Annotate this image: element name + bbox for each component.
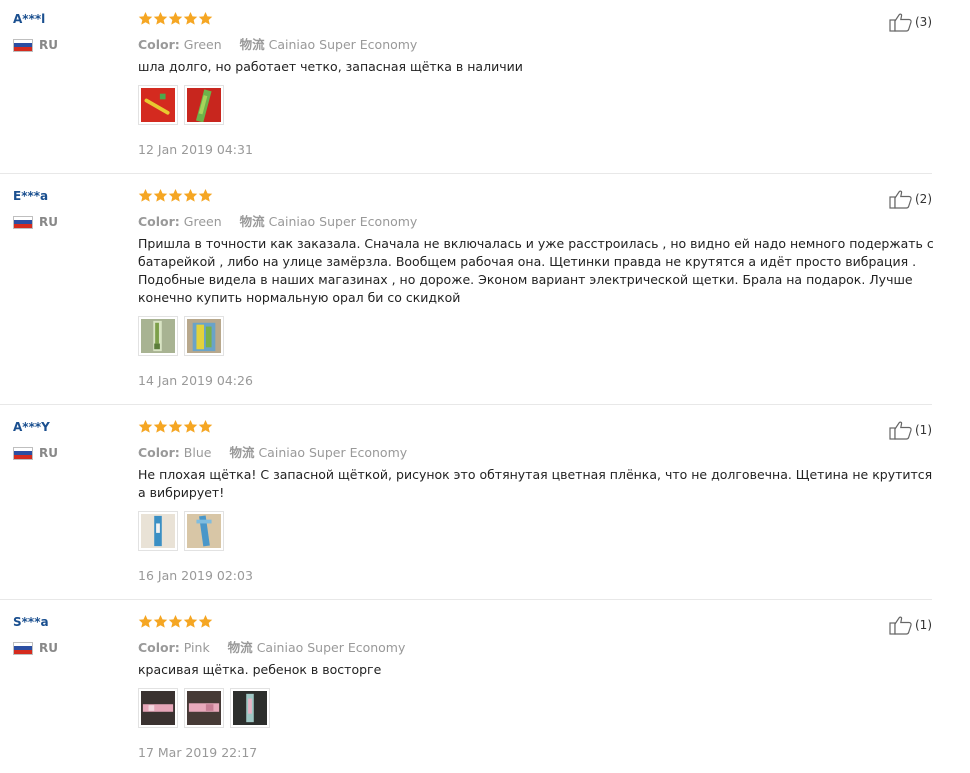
shipping-label: 物流 xyxy=(227,640,253,655)
thumbs-up-icon xyxy=(889,615,913,635)
order-info: Color: Green 物流 Cainiao Super Economy xyxy=(138,34,417,53)
helpful-button[interactable]: (1) xyxy=(889,420,932,440)
star-icon xyxy=(168,614,183,629)
review-photos xyxy=(138,316,224,356)
helpful-button[interactable]: (1) xyxy=(889,615,932,635)
review-text: красивая щётка. ребенок в восторге xyxy=(138,662,382,677)
review-photo-thumbnail[interactable] xyxy=(184,511,224,551)
thumbs-up-icon xyxy=(889,420,913,440)
reviewer-name[interactable]: A***l xyxy=(13,12,45,26)
star-icon xyxy=(198,11,213,26)
shipping-value: Cainiao Super Economy xyxy=(268,214,418,229)
review-text: Пришла в точности как заказала. Сначала … xyxy=(138,236,934,305)
country-code: RU xyxy=(39,641,58,655)
star-icon xyxy=(138,188,153,203)
star-icon xyxy=(153,419,168,434)
star-rating xyxy=(138,419,213,434)
review-date: 12 Jan 2019 04:31 xyxy=(138,142,253,157)
star-icon xyxy=(168,11,183,26)
color-label: Color: xyxy=(138,37,180,52)
star-icon xyxy=(198,188,213,203)
thumbs-up-icon xyxy=(889,12,913,32)
russia-flag-icon xyxy=(13,641,33,655)
shipping-value: Cainiao Super Economy xyxy=(256,640,406,655)
star-rating xyxy=(138,188,213,203)
color-value: Green xyxy=(183,37,222,52)
order-info: Color: Pink 物流 Cainiao Super Economy xyxy=(138,637,405,656)
order-info: Color: Blue 物流 Cainiao Super Economy xyxy=(138,442,407,461)
russia-flag-icon xyxy=(13,215,33,229)
review-photos xyxy=(138,688,270,728)
review-photo-thumbnail[interactable] xyxy=(184,85,224,125)
color-value: Green xyxy=(183,214,222,229)
review-photo-thumbnail[interactable] xyxy=(138,85,178,125)
order-info: Color: Green 物流 Cainiao Super Economy xyxy=(138,211,417,230)
helpful-count: (1) xyxy=(915,423,932,437)
star-icon xyxy=(183,419,198,434)
review-photo-thumbnail[interactable] xyxy=(184,316,224,356)
review-date: 14 Jan 2019 04:26 xyxy=(138,373,253,388)
star-icon xyxy=(183,188,198,203)
star-icon xyxy=(183,614,198,629)
color-label: Color: xyxy=(138,445,180,460)
review-photo-thumbnail[interactable] xyxy=(184,688,224,728)
star-icon xyxy=(138,419,153,434)
color-label: Color: xyxy=(138,214,180,229)
country-code: RU xyxy=(39,38,58,52)
review-photo-thumbnail[interactable] xyxy=(138,316,178,356)
shipping-value: Cainiao Super Economy xyxy=(268,37,418,52)
review-item: S***a RU Color: Pink 物流 Cainiao Super Eco… xyxy=(0,603,932,773)
review-photo-thumbnail[interactable] xyxy=(138,511,178,551)
review-text: Не плохая щётка! С запасной щёткой, рису… xyxy=(138,467,933,500)
star-icon xyxy=(138,614,153,629)
shipping-label: 物流 xyxy=(239,214,265,229)
review-photos xyxy=(138,85,224,125)
star-icon xyxy=(198,419,213,434)
reviewer-country: RU xyxy=(13,38,58,52)
helpful-count: (2) xyxy=(915,192,932,206)
color-value: Pink xyxy=(183,640,210,655)
color-label: Color: xyxy=(138,640,180,655)
review-item: E***a RU Color: Green 物流 Cainiao Super Ec… xyxy=(0,177,934,405)
star-rating xyxy=(138,11,213,26)
reviewer-name[interactable]: A***Y xyxy=(13,420,50,434)
review-item: A***l RU Color: Green 物流 Cainiao Super Ec… xyxy=(0,0,932,174)
shipping-label: 物流 xyxy=(229,445,255,460)
reviewer-country: RU xyxy=(13,641,58,655)
review-text: шла долго, но работает четко, запасная щ… xyxy=(138,59,523,74)
reviewer-name[interactable]: E***a xyxy=(13,189,48,203)
star-icon xyxy=(153,11,168,26)
review-item: A***Y RU Color: Blue 物流 Cainiao Super Eco… xyxy=(0,408,932,600)
thumbs-up-icon xyxy=(889,189,913,209)
helpful-count: (3) xyxy=(915,15,932,29)
star-icon xyxy=(153,188,168,203)
reviewer-country: RU xyxy=(13,215,58,229)
star-icon xyxy=(198,614,213,629)
color-value: Blue xyxy=(183,445,212,460)
country-code: RU xyxy=(39,215,58,229)
shipping-label: 物流 xyxy=(239,37,265,52)
review-photo-thumbnail[interactable] xyxy=(230,688,270,728)
star-icon xyxy=(153,614,168,629)
review-date: 17 Mar 2019 22:17 xyxy=(138,745,258,760)
star-rating xyxy=(138,614,213,629)
star-icon xyxy=(168,419,183,434)
star-icon xyxy=(138,11,153,26)
country-code: RU xyxy=(39,446,58,460)
review-photo-thumbnail[interactable] xyxy=(138,688,178,728)
review-date: 16 Jan 2019 02:03 xyxy=(138,568,253,583)
review-photos xyxy=(138,511,224,551)
helpful-button[interactable]: (3) xyxy=(889,12,932,32)
reviewer-name[interactable]: S***a xyxy=(13,615,49,629)
star-icon xyxy=(168,188,183,203)
helpful-count: (1) xyxy=(915,618,932,632)
russia-flag-icon xyxy=(13,38,33,52)
russia-flag-icon xyxy=(13,446,33,460)
reviewer-country: RU xyxy=(13,446,58,460)
shipping-value: Cainiao Super Economy xyxy=(258,445,408,460)
helpful-button[interactable]: (2) xyxy=(889,189,932,209)
star-icon xyxy=(183,11,198,26)
